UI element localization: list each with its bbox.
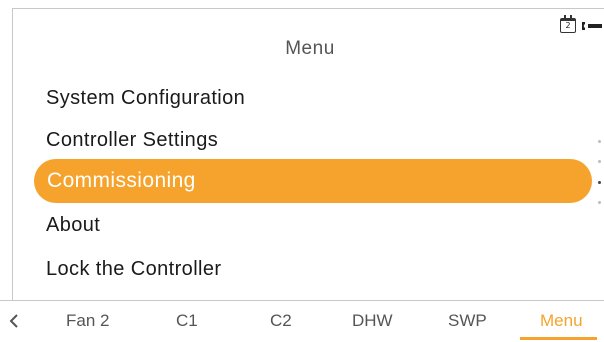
page-title: Menu — [285, 38, 335, 59]
chevron-left-icon[interactable] — [8, 313, 20, 329]
tab-c2[interactable]: C2 — [270, 311, 292, 331]
top-divider — [12, 8, 604, 9]
bottom-nav: Fan 2 C1 C2 DHW SWP Menu — [0, 300, 604, 342]
scroll-dot — [597, 200, 601, 204]
status-icons: 2 — [560, 15, 602, 33]
menu-item-controller-settings[interactable]: Controller Settings — [46, 120, 218, 160]
tab-menu[interactable]: Menu — [520, 311, 596, 340]
controller-screen: 2 Menu System Configuration Controller S… — [0, 0, 604, 342]
menu-item-lock-controller[interactable]: Lock the Controller — [46, 249, 221, 289]
calendar-day: 2 — [565, 21, 571, 30]
tab-fan-2[interactable]: Fan 2 — [66, 311, 109, 331]
calendar-icon: 2 — [560, 15, 576, 33]
scroll-indicator — [595, 140, 603, 204]
scroll-dot — [597, 160, 601, 164]
menu-item-about[interactable]: About — [46, 205, 100, 245]
scroll-dot — [597, 180, 601, 184]
tab-swp[interactable]: SWP — [448, 311, 487, 331]
wrench-icon — [582, 21, 602, 30]
menu-item-commissioning[interactable]: Commissioning — [34, 159, 592, 203]
scroll-dot — [597, 140, 601, 143]
menu-item-system-configuration[interactable]: System Configuration — [46, 78, 245, 118]
tab-dhw[interactable]: DHW — [352, 311, 393, 331]
tab-c1[interactable]: C1 — [176, 311, 198, 331]
